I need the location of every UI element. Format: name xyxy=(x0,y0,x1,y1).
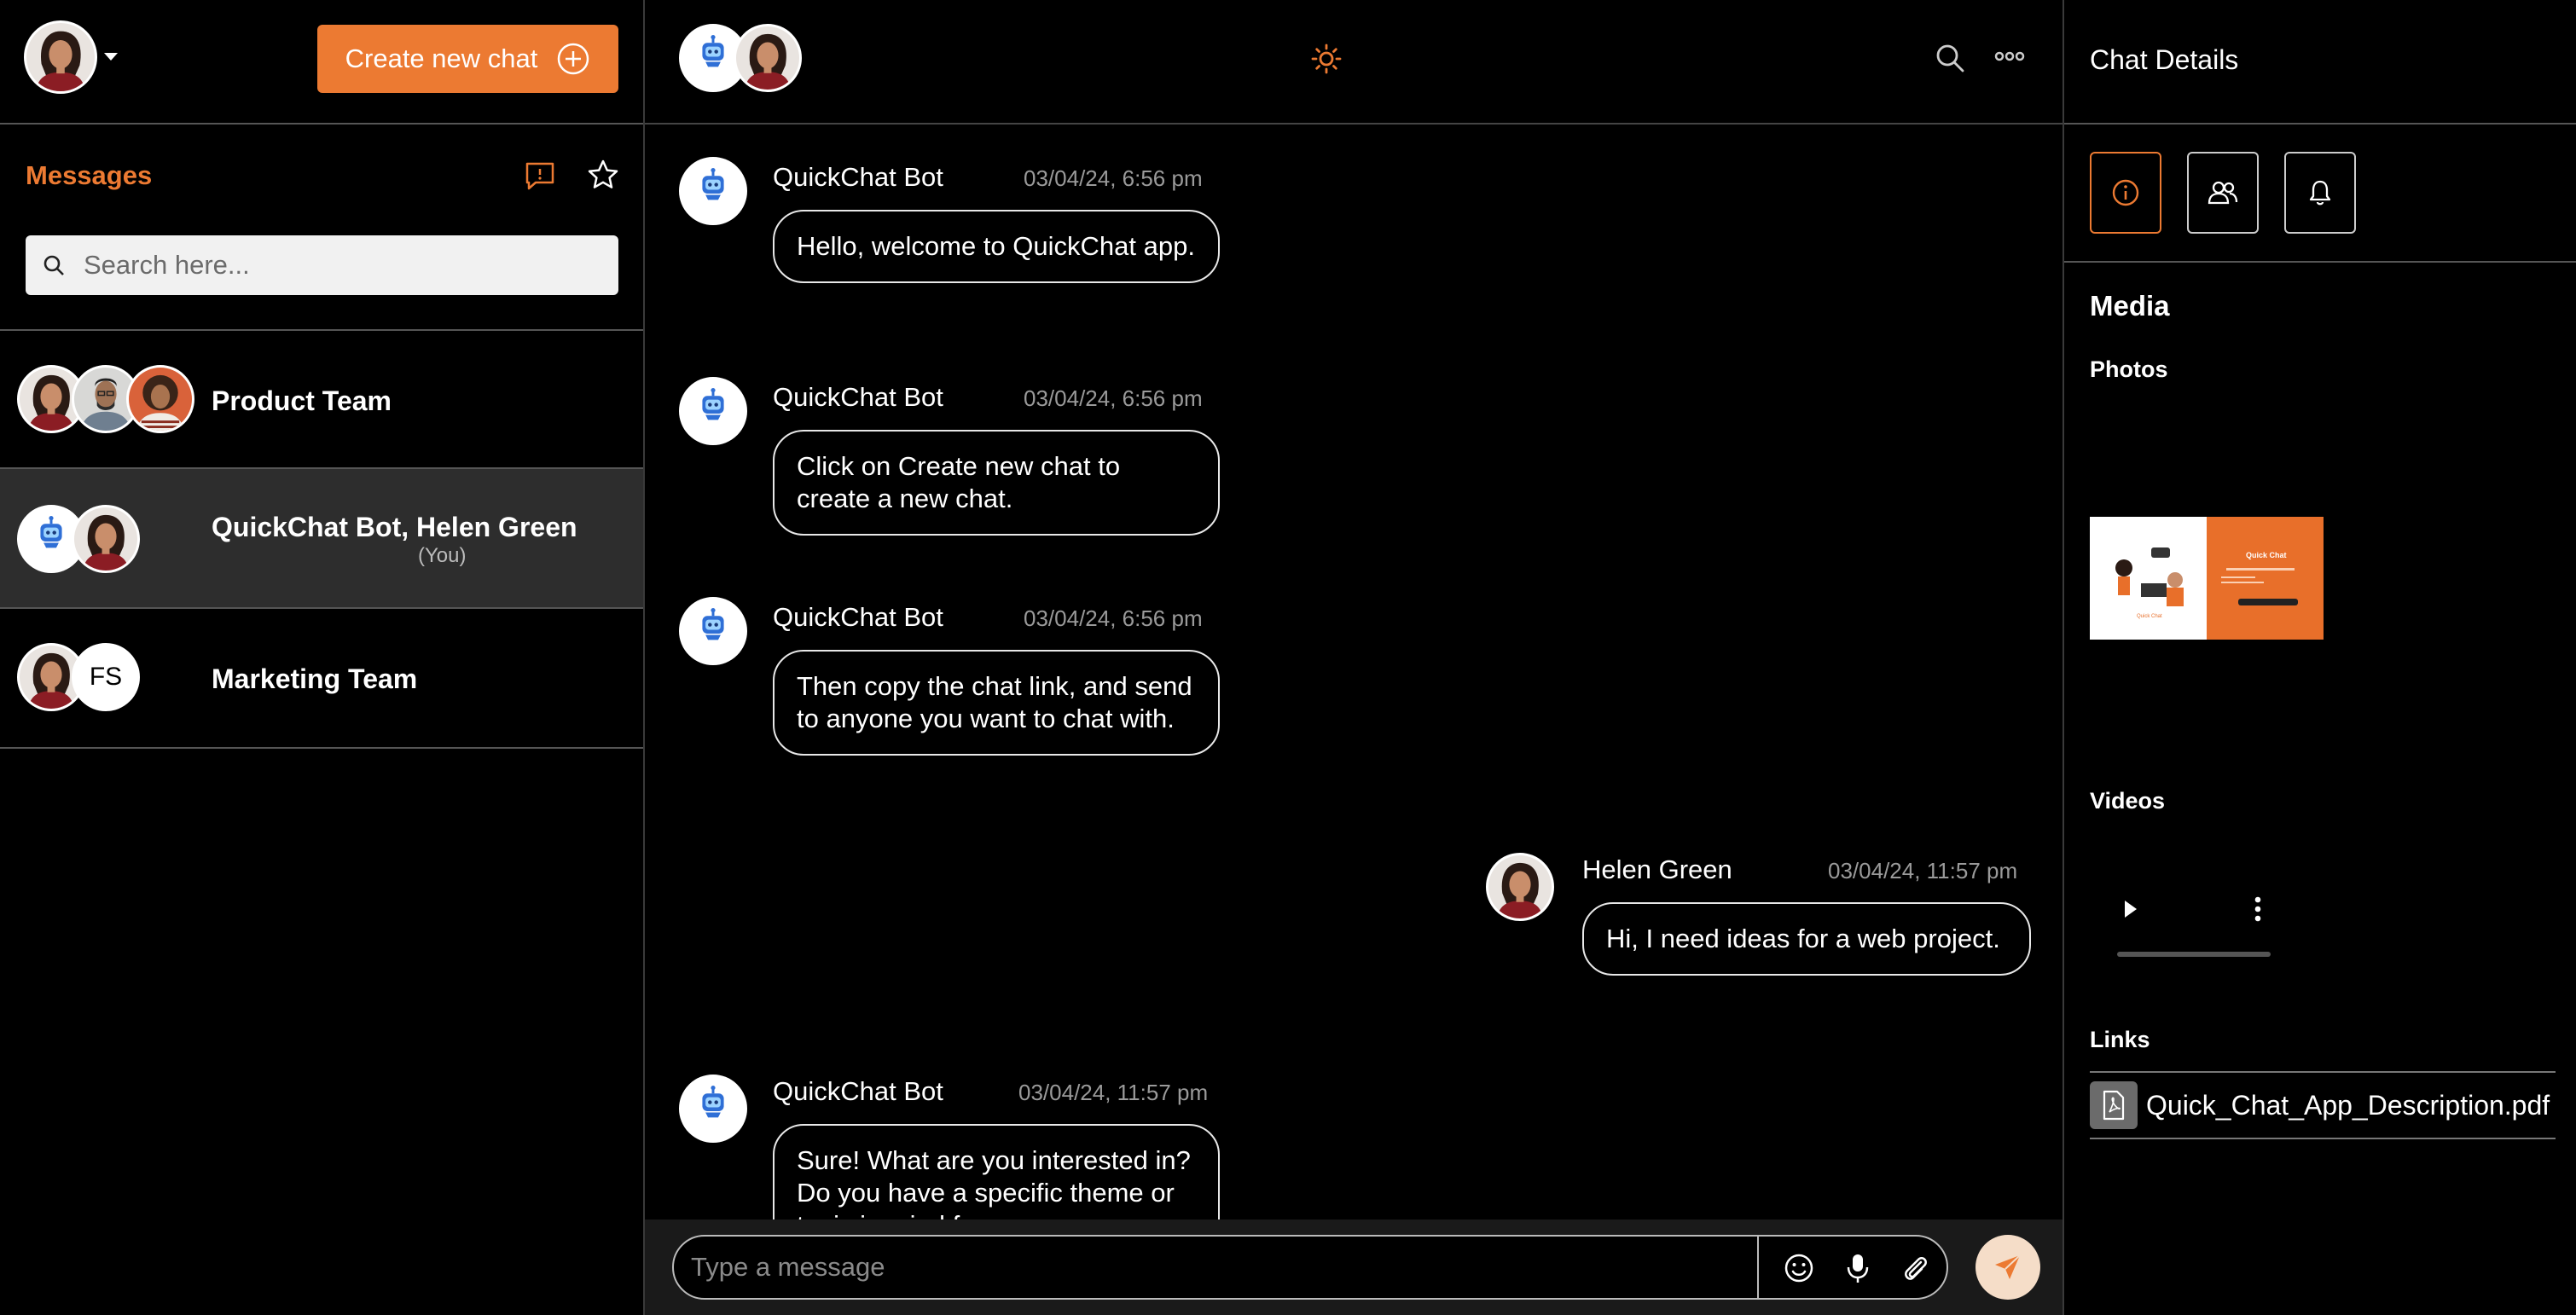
thumb-title: Quick Chat xyxy=(2246,551,2287,559)
messages-title: Messages xyxy=(26,160,153,190)
message-sender: QuickChat Bot xyxy=(773,602,943,632)
link-item[interactable]: Quick_Chat_App_Description.pdf xyxy=(2090,1071,2556,1139)
pdf-file-icon xyxy=(2090,1081,2138,1129)
search-icon xyxy=(44,255,64,275)
bot-avatar xyxy=(679,1075,747,1143)
message-time: 03/04/24, 6:56 pm xyxy=(1024,605,1203,631)
members-icon xyxy=(2208,181,2238,205)
videos-title: Videos xyxy=(2090,788,2166,814)
conversation-header xyxy=(645,0,2063,125)
info-icon xyxy=(2112,179,2139,206)
sidebar-header: Create new chat xyxy=(0,0,643,125)
message-bubble: Hi, I need ideas for a web project. xyxy=(1582,902,2031,976)
message-composer xyxy=(645,1219,2063,1315)
message-time: 03/04/24, 11:57 pm xyxy=(1018,1080,1209,1105)
search-input[interactable] xyxy=(84,235,604,295)
microphone-icon[interactable] xyxy=(1842,1252,1873,1284)
composer-divider xyxy=(1757,1237,1759,1298)
divider xyxy=(2064,123,2576,125)
member-avatar xyxy=(1486,853,1554,921)
tab-info[interactable] xyxy=(2090,152,2161,234)
bot-avatar xyxy=(679,597,747,665)
initials-avatar: FS xyxy=(72,643,140,711)
message-bubble: Sure! What are you interested in? Do you… xyxy=(773,1124,1220,1219)
new-message-icon[interactable] xyxy=(524,160,556,191)
more-options-icon[interactable] xyxy=(1994,49,2025,63)
member-avatar xyxy=(72,505,140,573)
search-box[interactable] xyxy=(26,235,618,295)
message-input[interactable] xyxy=(691,1237,1749,1298)
tab-notifications[interactable] xyxy=(2284,152,2356,234)
message: QuickChat Bot 03/04/24, 11:57 pm Sure! W… xyxy=(645,1071,2063,1219)
chat-subtitle: (You) xyxy=(418,544,467,567)
thumb-caption: Quick Chat xyxy=(2137,614,2162,619)
message-time: 03/04/24, 6:56 pm xyxy=(1024,385,1203,411)
tab-members[interactable] xyxy=(2187,152,2259,234)
message-time: 03/04/24, 6:56 pm xyxy=(1024,165,1203,191)
emoji-icon[interactable] xyxy=(1783,1252,1815,1284)
create-new-chat-label: Create new chat xyxy=(345,43,538,73)
message-bubble: Click on Create new chat to create a new… xyxy=(773,430,1220,536)
message-bubble: Then copy the chat link, and send to any… xyxy=(773,650,1220,756)
chat-name: QuickChat Bot, Helen Green xyxy=(212,512,577,542)
composer-field[interactable] xyxy=(672,1235,1948,1300)
chat-sidebar: Create new chat Messages Product Team Qu… xyxy=(0,0,645,1315)
chat-name: Product Team xyxy=(212,385,392,416)
send-button[interactable] xyxy=(1976,1235,2040,1300)
media-title: Media xyxy=(2090,290,2170,322)
plus-circle-icon xyxy=(556,42,590,76)
user-avatar[interactable] xyxy=(24,20,97,94)
video-progress-track[interactable] xyxy=(2117,952,2271,957)
photo-thumbnail[interactable]: Quick Chat Quick Chat xyxy=(2090,517,2324,640)
member-avatar xyxy=(126,365,194,433)
links-title: Links xyxy=(2090,1027,2150,1052)
message-time: 03/04/24, 11:57 pm xyxy=(1828,858,2018,883)
bot-avatar xyxy=(679,157,747,225)
message-sender: QuickChat Bot xyxy=(773,162,943,192)
send-icon xyxy=(1995,1254,2021,1279)
video-menu-icon[interactable] xyxy=(2254,895,2262,923)
message-sender: QuickChat Bot xyxy=(773,1076,943,1106)
chat-item-quickchat-bot[interactable]: QuickChat Bot, Helen Green (You) xyxy=(0,469,643,609)
attachment-icon[interactable] xyxy=(1899,1252,1931,1284)
star-icon[interactable] xyxy=(587,159,619,191)
conversation-panel: QuickChat Bot 03/04/24, 6:56 pm Hello, w… xyxy=(645,0,2063,1315)
link-file-name: Quick_Chat_App_Description.pdf xyxy=(2146,1090,2550,1121)
message-bubble: Hello, welcome to QuickChat app. xyxy=(773,210,1220,283)
divider xyxy=(2064,261,2576,263)
chat-item-product-team[interactable]: Product Team xyxy=(0,329,643,469)
message-sender: QuickChat Bot xyxy=(773,382,943,412)
member-avatar xyxy=(734,24,802,92)
search-icon[interactable] xyxy=(1935,43,1965,73)
bot-avatar xyxy=(679,377,747,445)
create-new-chat-button[interactable]: Create new chat xyxy=(317,25,618,93)
chat-details-panel: Chat Details Media Photos Quick Chat Qui… xyxy=(2063,0,2576,1315)
chat-name: Marketing Team xyxy=(212,663,418,694)
theme-toggle-icon[interactable] xyxy=(1310,43,1343,75)
chat-item-marketing-team[interactable]: FS Marketing Team xyxy=(0,609,643,749)
photos-title: Photos xyxy=(2090,356,2168,382)
message-sender: Helen Green xyxy=(1582,854,1732,884)
caret-down-icon[interactable] xyxy=(102,51,119,63)
details-title: Chat Details xyxy=(2090,44,2239,75)
bell-icon xyxy=(2309,180,2331,206)
play-icon[interactable] xyxy=(2122,899,2139,919)
